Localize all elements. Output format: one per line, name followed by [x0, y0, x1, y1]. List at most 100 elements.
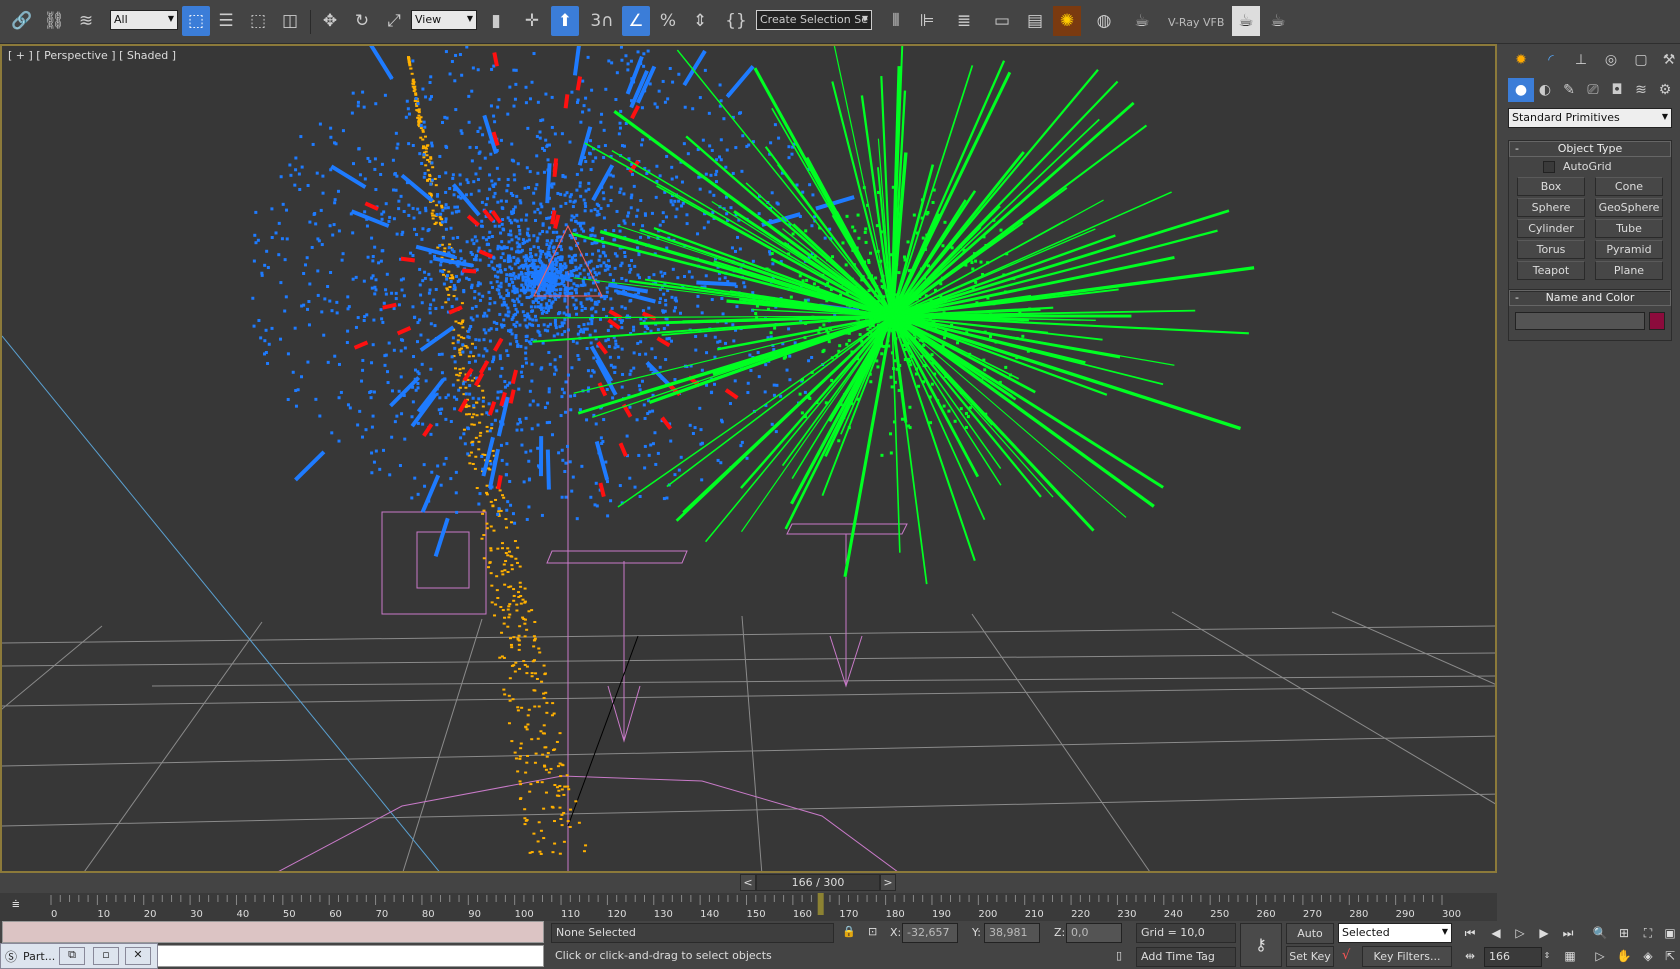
align-icon[interactable]: ⊫	[913, 6, 941, 36]
rotate-icon[interactable]: ↻	[348, 6, 376, 36]
current-frame-marker[interactable]	[817, 893, 824, 915]
percent-snap-icon[interactable]: %	[654, 6, 682, 36]
create-plane-button[interactable]: Plane	[1595, 261, 1663, 280]
pivot-icon[interactable]: ▮	[482, 6, 510, 36]
material-editor-icon[interactable]: ✺	[1053, 6, 1081, 36]
keyboard-shortcut-icon[interactable]: ⬆	[551, 6, 579, 36]
scale-icon[interactable]: ⤢	[380, 6, 408, 36]
window-crossing-icon[interactable]: ◫	[276, 6, 304, 36]
unlink-icon[interactable]: ⛓	[40, 6, 68, 36]
spinner-snap-icon[interactable]: ⇕	[686, 6, 714, 36]
close-icon[interactable]: ✕	[125, 947, 151, 965]
systems-icon[interactable]: ⚙	[1652, 78, 1678, 102]
geometry-icon[interactable]: ●	[1508, 78, 1534, 102]
select-link-icon[interactable]: 🔗	[8, 6, 36, 36]
go-to-start-icon[interactable]: ⏮	[1460, 924, 1480, 942]
next-frame-icon[interactable]: ▶	[1534, 924, 1554, 942]
create-tube-button[interactable]: Tube	[1595, 219, 1663, 238]
move-icon[interactable]: ✥	[316, 6, 344, 36]
autogrid-checkbox[interactable]	[1543, 161, 1555, 173]
select-by-name-icon[interactable]: ☰	[212, 6, 240, 36]
perspective-viewport[interactable]: [ + ] [ Perspective ] [ Shaded ]	[0, 44, 1497, 873]
vray-vfb-button[interactable]: V-Ray VFB	[1168, 16, 1224, 29]
viewport-label[interactable]: [ + ] [ Perspective ] [ Shaded ]	[8, 49, 176, 62]
create-pyramid-button[interactable]: Pyramid	[1595, 240, 1663, 259]
absolute-mode-icon[interactable]: ⊡	[868, 925, 877, 938]
set-key-icon[interactable]: ⚷	[1240, 923, 1282, 967]
y-coord-input[interactable]: 38,981	[984, 923, 1040, 943]
time-config-icon[interactable]: ▦	[1560, 947, 1580, 965]
lights-icon[interactable]: ✎	[1556, 78, 1582, 102]
key-mode-dropdown[interactable]: Selected	[1338, 923, 1452, 943]
layer-icon[interactable]: ≣	[950, 6, 978, 36]
go-to-end-icon[interactable]: ⏭	[1558, 924, 1578, 942]
zoom-all-icon[interactable]: ⊞	[1614, 924, 1634, 942]
create-box-button[interactable]: Box	[1517, 177, 1585, 196]
rendered-frame-icon[interactable]: ☕	[1128, 6, 1156, 36]
maxscript-listener-line[interactable]	[2, 921, 544, 943]
render-icon[interactable]: ☕	[1232, 6, 1260, 36]
angle-snap-icon[interactable]: ∠	[622, 6, 650, 36]
frame-spinner[interactable]: ⇕	[1542, 947, 1552, 965]
manipulate-icon[interactable]: ✛	[518, 6, 546, 36]
category-dropdown[interactable]: Standard Primitives	[1508, 108, 1672, 128]
previous-frame-icon[interactable]: ◀	[1486, 924, 1506, 942]
maximize-viewport-icon[interactable]: ⇱	[1660, 947, 1680, 965]
edit-named-sets-icon[interactable]: {}	[722, 6, 750, 36]
rect-region-icon[interactable]: ⬚	[244, 6, 272, 36]
helpers-icon[interactable]: ◘	[1604, 78, 1630, 102]
create-sphere-button[interactable]: Sphere	[1517, 198, 1585, 217]
zoom-icon[interactable]: 🔍	[1590, 924, 1610, 942]
modify-icon[interactable]: ◜	[1538, 48, 1564, 72]
time-tag-icon[interactable]: ▯	[1116, 949, 1122, 962]
select-object-icon[interactable]: ⬚	[182, 6, 210, 36]
next-frame-button[interactable]: >	[880, 874, 896, 891]
auto-key-button[interactable]: Auto Key	[1286, 923, 1334, 959]
taskbar-window[interactable]: Ⓢ Part... ⧉ ▫ ✕	[0, 943, 158, 969]
create-icon[interactable]: ✹	[1508, 48, 1534, 72]
set-key-button[interactable]: Set Key	[1286, 946, 1334, 967]
named-selection-set-dropdown[interactable]: Create Selection Se	[756, 10, 872, 30]
name-color-header[interactable]: - Name and Color	[1509, 290, 1671, 306]
zoom-extents-all-icon[interactable]: ▣	[1660, 924, 1680, 942]
time-slider-thumb[interactable]: 166 / 300	[756, 874, 880, 891]
cameras-icon[interactable]: ⎚	[1580, 78, 1606, 102]
x-coord-input[interactable]: -32,657	[902, 923, 958, 943]
play-icon[interactable]: ▷	[1510, 924, 1530, 942]
default-tangent-icon[interactable]: √	[1342, 948, 1350, 963]
scene-canvas[interactable]	[2, 46, 1497, 873]
ref-coord-dropdown[interactable]: View	[411, 10, 477, 30]
selection-filter-dropdown[interactable]: All	[110, 10, 178, 30]
z-coord-input[interactable]: 0,0	[1066, 923, 1122, 943]
bind-spacewarp-icon[interactable]: ≋	[72, 6, 100, 36]
scene-explorer-icon[interactable]: ▭	[988, 6, 1016, 36]
create-torus-button[interactable]: Torus	[1517, 240, 1585, 259]
object-type-header[interactable]: - Object Type	[1509, 141, 1671, 157]
shapes-icon[interactable]: ◐	[1532, 78, 1558, 102]
add-time-tag-button[interactable]: Add Time Tag	[1136, 947, 1236, 967]
create-geosphere-button[interactable]: GeoSphere	[1595, 198, 1663, 217]
object-name-input[interactable]	[1515, 312, 1645, 330]
utilities-icon[interactable]: ⚒	[1656, 48, 1680, 72]
hierarchy-icon[interactable]: ⊥	[1568, 48, 1594, 72]
key-mode-toggle-icon[interactable]: ⇹	[1460, 947, 1480, 965]
render-setup-icon[interactable]: ◍	[1090, 6, 1118, 36]
pan-icon[interactable]: ✋	[1614, 947, 1634, 965]
zoom-extents-icon[interactable]: ⛶	[1638, 924, 1658, 942]
render-production-icon[interactable]: ☕	[1264, 6, 1292, 36]
lock-selection-icon[interactable]: 🔒	[842, 925, 856, 938]
key-filters-button[interactable]: Key Filters...	[1362, 946, 1452, 967]
prev-frame-button[interactable]: <	[740, 874, 756, 891]
create-teapot-button[interactable]: Teapot	[1517, 261, 1585, 280]
snap-icon[interactable]: 3 ∩	[588, 6, 616, 36]
object-color-swatch[interactable]	[1649, 312, 1665, 330]
motion-icon[interactable]: ◎	[1598, 48, 1624, 72]
display-icon[interactable]: ▢	[1628, 48, 1654, 72]
field-of-view-icon[interactable]: ▷	[1590, 947, 1610, 965]
mirror-icon[interactable]: ⫴	[882, 6, 910, 36]
create-cylinder-button[interactable]: Cylinder	[1517, 219, 1585, 238]
orbit-icon[interactable]: ◈	[1638, 947, 1658, 965]
maximize-icon[interactable]: ▫	[93, 947, 119, 965]
curve-editor-icon[interactable]: ▤	[1021, 6, 1049, 36]
create-cone-button[interactable]: Cone	[1595, 177, 1663, 196]
